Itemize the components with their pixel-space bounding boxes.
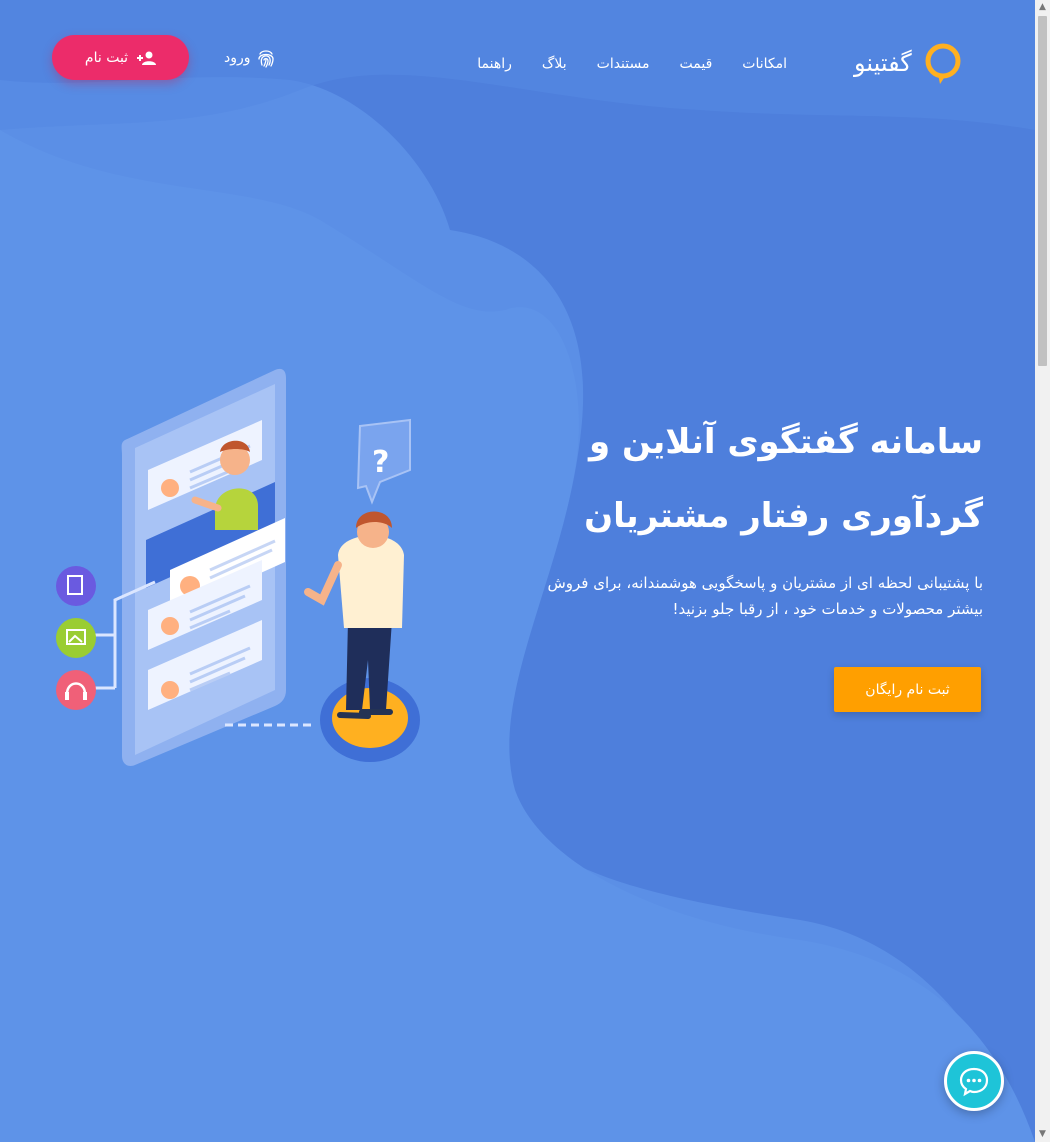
signup-label: ثبت نام [84,49,129,66]
hero-subtitle: با پشتیبانی لحظه ای از مشتریان و پاسخگوی… [547,574,983,618]
question-bubble: ? [356,418,411,505]
hero-title: سامانه گفتگوی آنلاین و گردآوری رفتار مشت… [523,405,983,553]
headset-icon [56,670,96,710]
document-icon [56,566,96,606]
brand-logo[interactable]: گفتینو [854,40,966,86]
menu-item-blog[interactable]: بلاگ [527,56,582,72]
menu-item-features[interactable]: امکانات [727,56,802,72]
hero-title-line2: گردآوری رفتار مشتریان [584,496,983,536]
signup-button[interactable]: ثبت نام [52,35,189,80]
menu-item-guide[interactable]: راهنما [462,56,527,72]
brand-logo-icon [925,43,961,84]
login-link[interactable]: ورود [224,48,275,68]
menu-item-pricing[interactable]: قیمت [665,56,728,72]
top-navbar: گفتینو امکانات قیمت مستندات بلاگ راهنما … [0,0,1035,110]
brand-name: گفتینو [854,49,912,77]
scroll-down-arrow-icon[interactable]: ▼ [1035,1127,1050,1142]
chat-icon [959,1067,989,1097]
free-signup-button[interactable]: ثبت نام رایگان [834,667,981,712]
customer-figure [304,511,420,762]
main-menu: امکانات قیمت مستندات بلاگ راهنما [462,56,802,72]
hero-title-line1: سامانه گفتگوی آنلاین و [588,422,983,462]
vertical-scrollbar[interactable]: ▲ ▼ [1035,0,1050,1142]
login-label: ورود [224,50,251,66]
svg-text:?: ? [372,445,389,480]
image-icon [56,618,96,658]
scrollbar-thumb[interactable] [1038,16,1047,366]
page: گفتینو امکانات قیمت مستندات بلاگ راهنما … [0,0,1035,1142]
hero-illustration: ? [56,368,420,766]
menu-item-docs[interactable]: مستندات [582,56,665,72]
person-add-icon [137,51,157,65]
chat-launcher-button[interactable] [944,1051,1004,1111]
scroll-up-arrow-icon[interactable]: ▲ [1035,0,1050,15]
fingerprint-icon [257,50,274,68]
